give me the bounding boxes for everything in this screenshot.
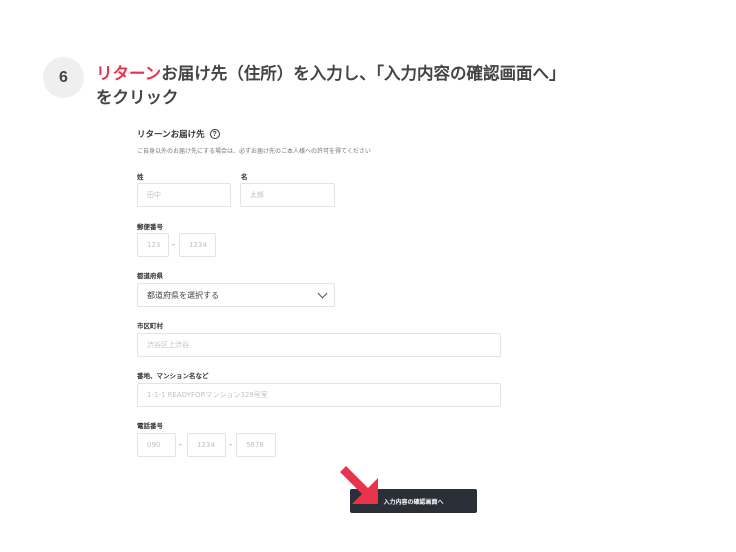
postal-code-second-input[interactable]: 1234: [179, 233, 216, 257]
city-label: 市区町村: [137, 322, 163, 330]
prefecture-select[interactable]: 都道府県を選択する: [137, 283, 335, 307]
phone-third-input[interactable]: 5678: [236, 433, 276, 457]
phone-separator-2: -: [229, 440, 232, 449]
prefecture-label: 都道府県: [137, 272, 163, 280]
pointer-arrow-icon: [340, 466, 378, 504]
section-description: ご自身以外のお届け先にする場合は、必ずお届け先のご本人様への許可を得てください: [137, 148, 371, 155]
heading-text-line2: をクリック: [96, 88, 179, 107]
phone-separator-1: -: [179, 440, 182, 449]
heading-accent: リターン: [96, 64, 162, 83]
section-title-text: リターンお届け先: [137, 130, 205, 140]
step-heading: リターンお届け先（住所）を入力し、「入力内容の確認画面へ」 をクリック: [96, 62, 696, 110]
heading-text: お届け先（住所）を入力し、「入力内容の確認画面へ」: [161, 64, 566, 83]
address-label: 番地、マンション名など: [137, 372, 209, 380]
prefecture-select-value: 都道府県を選択する: [147, 290, 219, 300]
address-input[interactable]: 1-1-1 READYFORマンション329号室: [137, 383, 501, 407]
postal-code-label: 郵便番号: [137, 223, 163, 231]
help-icon[interactable]: ?: [209, 129, 220, 139]
city-input[interactable]: 渋谷区上渋谷: [137, 333, 501, 357]
last-name-label: 姓: [137, 173, 144, 181]
postal-code-first-input[interactable]: 123: [137, 233, 169, 257]
section-title: リターンお届け先 ?: [137, 128, 220, 140]
phone-second-input[interactable]: 1234: [187, 433, 226, 457]
first-name-input[interactable]: 太郎: [240, 183, 335, 207]
first-name-label: 名: [241, 173, 248, 181]
last-name-input[interactable]: 田中: [137, 183, 231, 207]
phone-label: 電話番号: [137, 422, 163, 430]
phone-first-input[interactable]: 090: [137, 433, 176, 457]
postal-separator: -: [172, 240, 175, 249]
step-number-badge: 6: [43, 57, 84, 98]
chevron-down-icon: [317, 288, 328, 298]
